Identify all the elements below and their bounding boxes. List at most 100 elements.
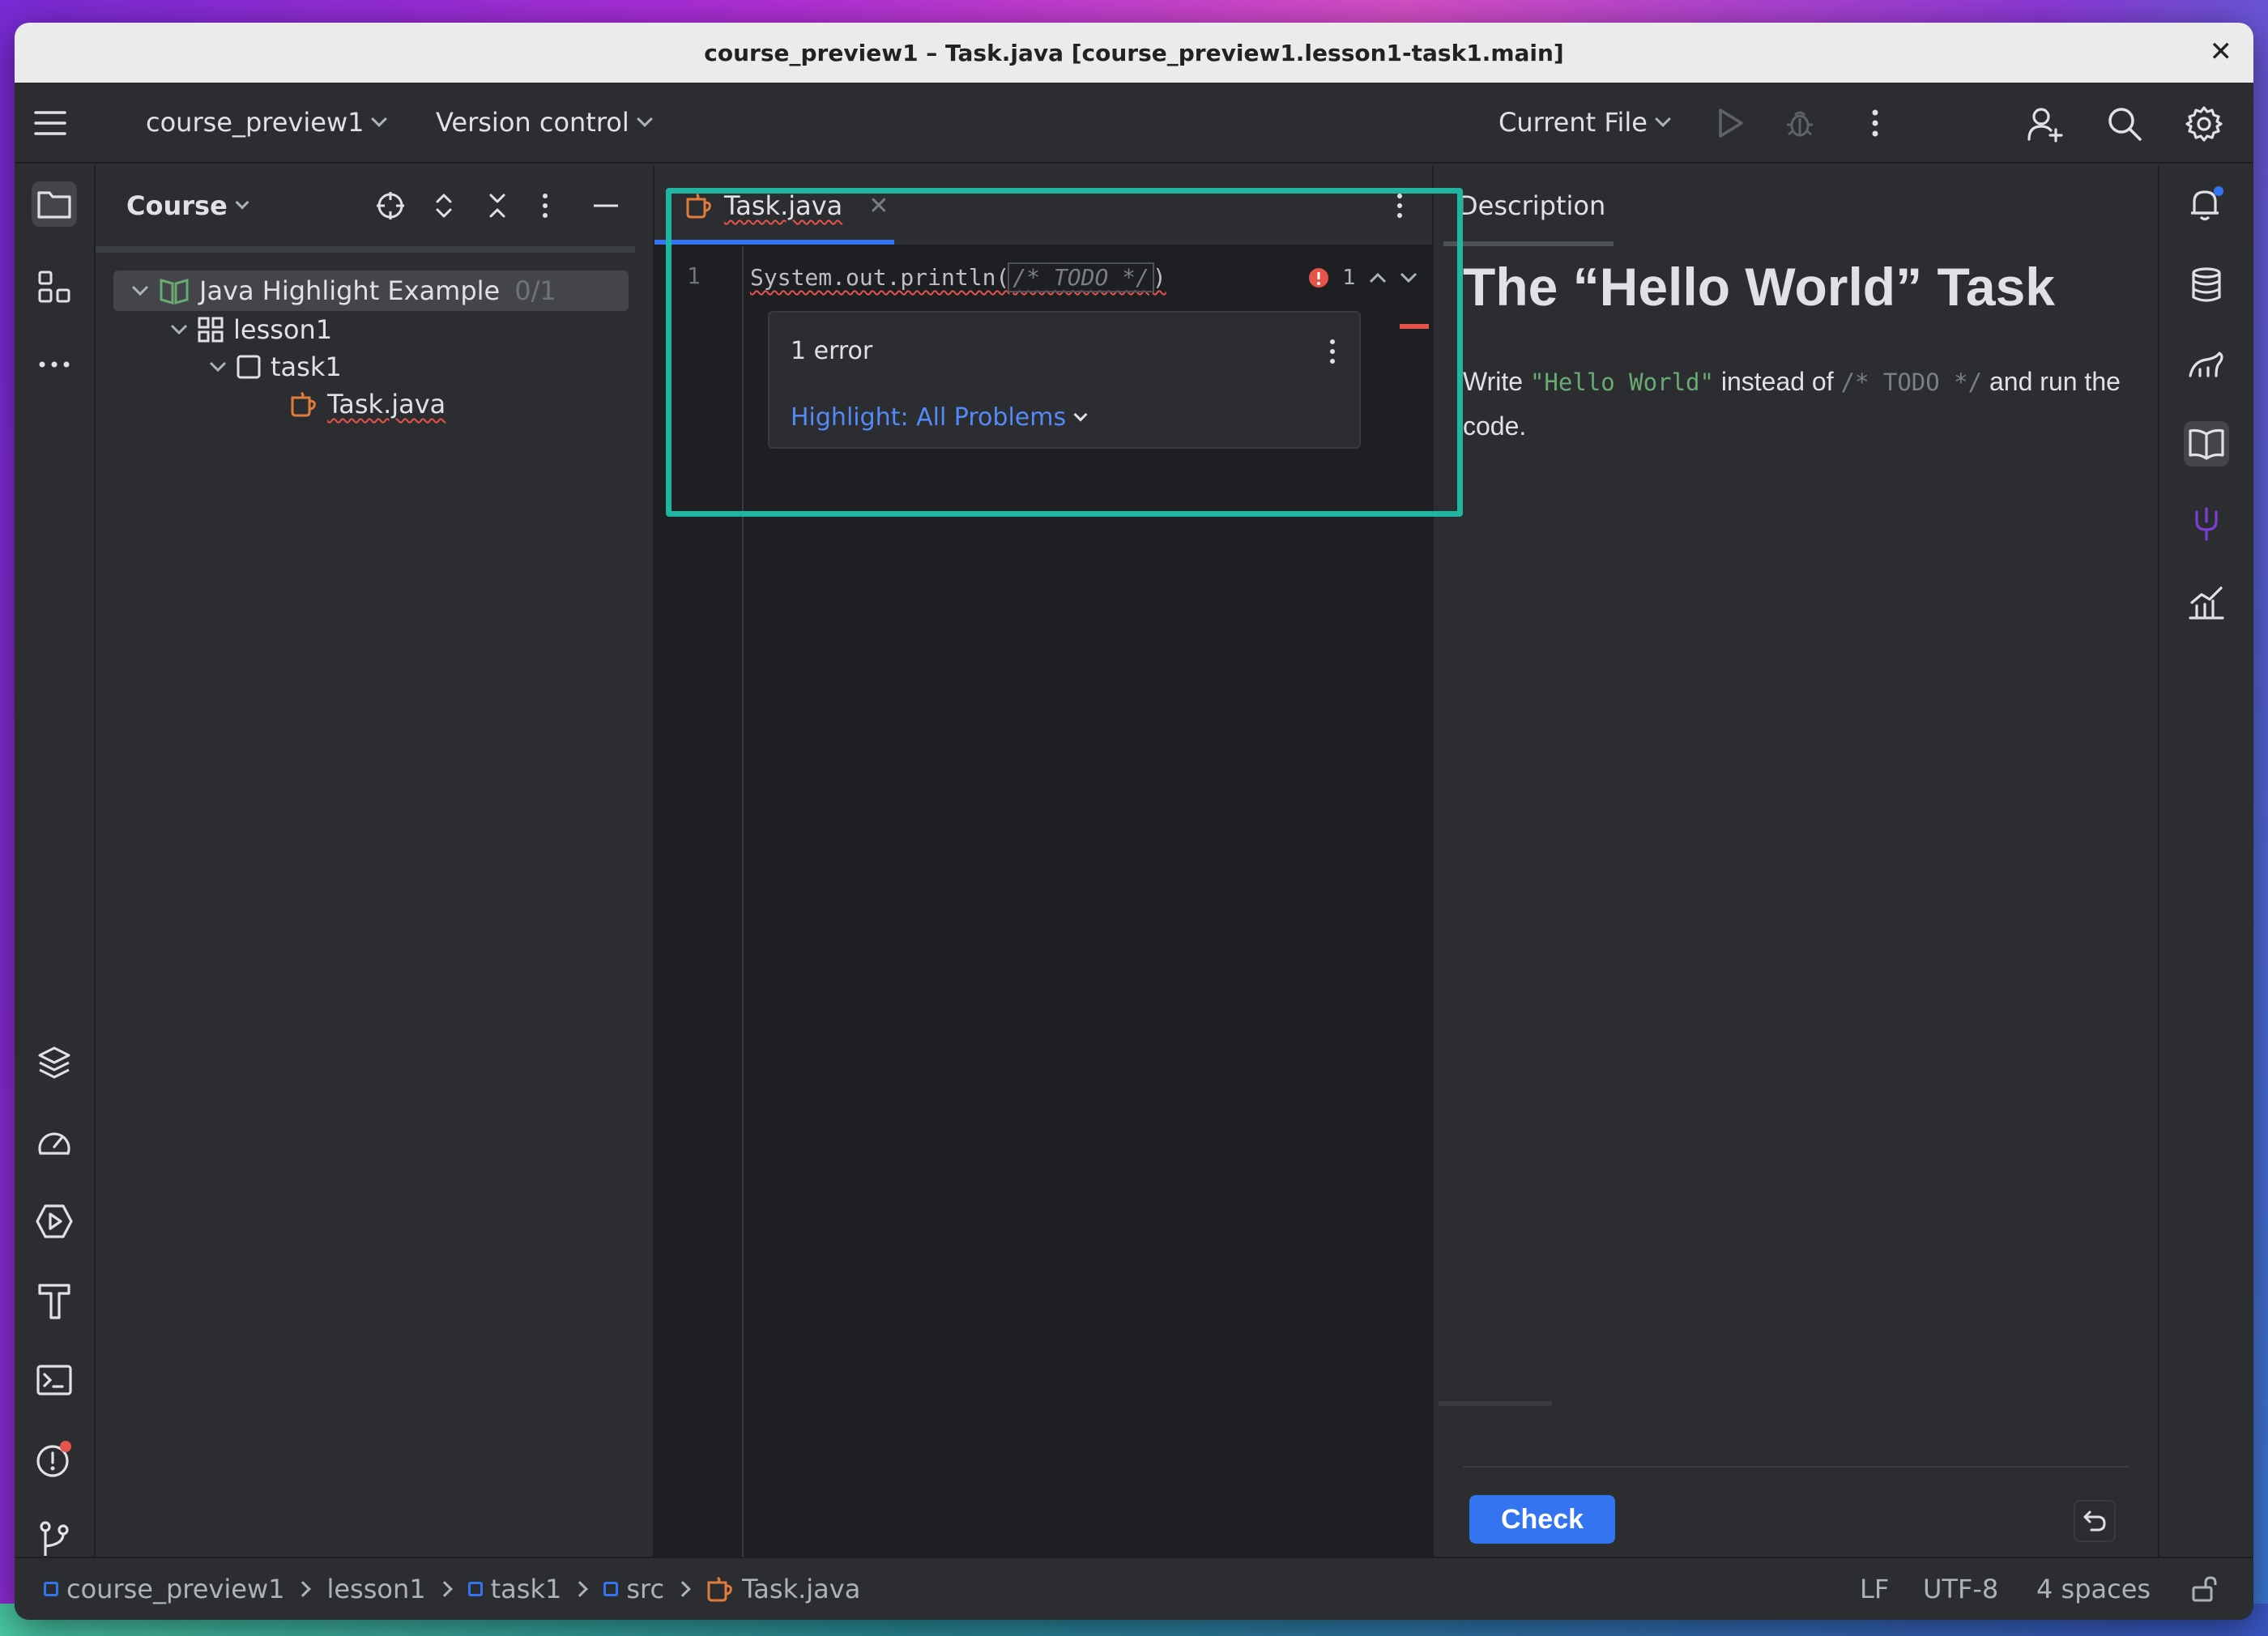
- task-description-panel: Description The “Hello World” Task Write…: [1432, 165, 2158, 1557]
- readonly-toggle[interactable]: [2189, 1573, 2221, 1605]
- highlight-link-label: Highlight: All Problems: [791, 403, 1067, 432]
- hide-panel-button[interactable]: [588, 188, 624, 224]
- error-count: 1: [1342, 266, 1356, 290]
- collapse-all-button[interactable]: [480, 188, 515, 224]
- folder-icon: [37, 191, 71, 219]
- project-name: course_preview1: [146, 107, 364, 138]
- tree-scrollbar[interactable]: [96, 246, 635, 253]
- task-checkbox-icon: [237, 355, 261, 379]
- active-tab-indicator: [654, 240, 894, 245]
- expand-all-button[interactable]: [426, 188, 462, 224]
- more-vertical-icon: [1872, 109, 1878, 137]
- statistics-tool-button[interactable]: [2184, 580, 2229, 625]
- services-tool-button[interactable]: [32, 1199, 77, 1244]
- panel-options-button[interactable]: [533, 188, 557, 224]
- chevron-down-icon: [371, 111, 388, 127]
- problems-tool-button[interactable]: [32, 1437, 77, 1482]
- indent-widget[interactable]: 4 spaces: [2036, 1574, 2151, 1604]
- speedometer-icon: [38, 1132, 70, 1155]
- editor-gutter: 1: [654, 246, 744, 1557]
- breadcrumb-item[interactable]: Task.java: [706, 1574, 860, 1604]
- highlight-level-link[interactable]: Highlight: All Problems: [791, 403, 1088, 432]
- profiler-tool-button[interactable]: [32, 1119, 77, 1165]
- notifications-tool-button[interactable]: [2184, 181, 2229, 227]
- ai-assistant-tool-button[interactable]: [2184, 501, 2229, 546]
- more-vertical-icon: [1397, 194, 1402, 218]
- description-tab-indicator: [1443, 241, 1614, 246]
- chevron-up-icon[interactable]: [1369, 272, 1387, 283]
- inspection-widget[interactable]: 1: [1308, 266, 1418, 290]
- error-stripe-marker[interactable]: [1400, 324, 1429, 329]
- git-tool-button[interactable]: [32, 1516, 77, 1561]
- description-scrollbar[interactable]: [1439, 1401, 1552, 1406]
- task-description-tool-button[interactable]: [2184, 421, 2229, 467]
- reset-task-button[interactable]: [2074, 1500, 2116, 1542]
- line-separator-widget[interactable]: LF: [1860, 1574, 1889, 1604]
- code-with-me-button[interactable]: [2025, 104, 2066, 144]
- elephant-icon: [2189, 351, 2223, 377]
- code-prefix: System.out.println(: [750, 264, 1010, 291]
- breadcrumb-label: src: [626, 1574, 665, 1604]
- search-button[interactable]: [2104, 104, 2145, 144]
- run-button[interactable]: [1712, 105, 1748, 141]
- course-panel-title: Course: [126, 190, 228, 221]
- chevron-down-icon[interactable]: [1400, 272, 1418, 283]
- minimize-icon: [594, 204, 618, 207]
- bell-icon: [2191, 186, 2223, 221]
- more-actions-button[interactable]: [1863, 105, 1887, 141]
- description-separator: [1463, 1466, 2129, 1468]
- tree-item-task1[interactable]: task1: [209, 348, 342, 386]
- debug-button[interactable]: [1782, 105, 1818, 141]
- popup-options-button[interactable]: [1327, 337, 1338, 366]
- project-widget[interactable]: course_preview1: [146, 107, 388, 138]
- structure-tool-button[interactable]: [32, 264, 77, 309]
- breadcrumb-item[interactable]: src: [603, 1574, 664, 1604]
- main-toolbar: course_preview1 Version control Current …: [15, 83, 2253, 164]
- tab-options-button[interactable]: [1392, 191, 1408, 220]
- tree-item-task-java[interactable]: Task.java: [290, 386, 446, 423]
- breadcrumb-label: task1: [490, 1574, 562, 1604]
- main-menu-button[interactable]: [32, 105, 68, 141]
- terminal-tool-button[interactable]: [32, 1357, 77, 1403]
- todo-placeholder[interactable]: /* TODO */: [1008, 262, 1154, 292]
- close-tab-icon[interactable]: ✕: [868, 192, 889, 220]
- code-text: System.out.println(/* TODO */): [750, 262, 1166, 292]
- tab-label: Task.java: [724, 190, 843, 221]
- settings-button[interactable]: [2184, 104, 2224, 144]
- chevron-right-icon: [675, 1581, 691, 1597]
- instr-code: "Hello World": [1529, 369, 1714, 396]
- breadcrumb-item[interactable]: lesson1: [326, 1574, 425, 1604]
- more-vertical-icon: [543, 194, 548, 218]
- task-instructions: Write "Hello World" instead of /* TODO *…: [1463, 360, 2168, 448]
- gear-icon: [2185, 106, 2223, 142]
- breadcrumb-item[interactable]: task1: [467, 1574, 562, 1604]
- tree-item-lesson1[interactable]: lesson1: [170, 311, 332, 348]
- tree-item-course-root[interactable]: Java Highlight Example 0/1: [131, 272, 556, 309]
- vcs-widget[interactable]: Version control: [436, 107, 653, 138]
- more-tools-button[interactable]: [32, 342, 77, 387]
- check-button[interactable]: Check: [1469, 1495, 1615, 1544]
- encoding-widget[interactable]: UTF-8: [1923, 1574, 1998, 1604]
- code-line[interactable]: System.out.println(/* TODO */): [750, 262, 1166, 292]
- branch-icon: [40, 1521, 69, 1556]
- run-config-selector[interactable]: Current File: [1498, 107, 1671, 138]
- course-view-selector[interactable]: Course: [126, 190, 249, 221]
- locate-file-button[interactable]: [373, 188, 408, 224]
- tab-task-java[interactable]: Task.java ✕: [654, 165, 894, 246]
- ide-window: course_preview1 – Task.java [course_prev…: [15, 23, 2253, 1620]
- chevron-down-icon: [235, 195, 249, 210]
- project-tool-button[interactable]: [32, 181, 77, 227]
- close-window-button[interactable]: ✕: [2210, 36, 2233, 68]
- course-panel: Course Java Highlight Example 0/1 lesson…: [96, 165, 653, 1557]
- gradle-tool-button[interactable]: [2184, 342, 2229, 387]
- database-tool-button[interactable]: [2184, 262, 2229, 308]
- collapse-icon: [489, 194, 505, 218]
- build-tool-button[interactable]: [32, 1278, 77, 1323]
- breadcrumb-label: course_preview1: [66, 1574, 285, 1604]
- editor-tabs: Task.java ✕: [654, 165, 1432, 246]
- task-label: task1: [271, 351, 342, 382]
- breadcrumb-item[interactable]: course_preview1: [44, 1574, 284, 1604]
- layers-tool-button[interactable]: [32, 1040, 77, 1085]
- instr-todo: /* TODO */: [1840, 369, 1983, 396]
- breadcrumb-label: Task.java: [742, 1574, 861, 1604]
